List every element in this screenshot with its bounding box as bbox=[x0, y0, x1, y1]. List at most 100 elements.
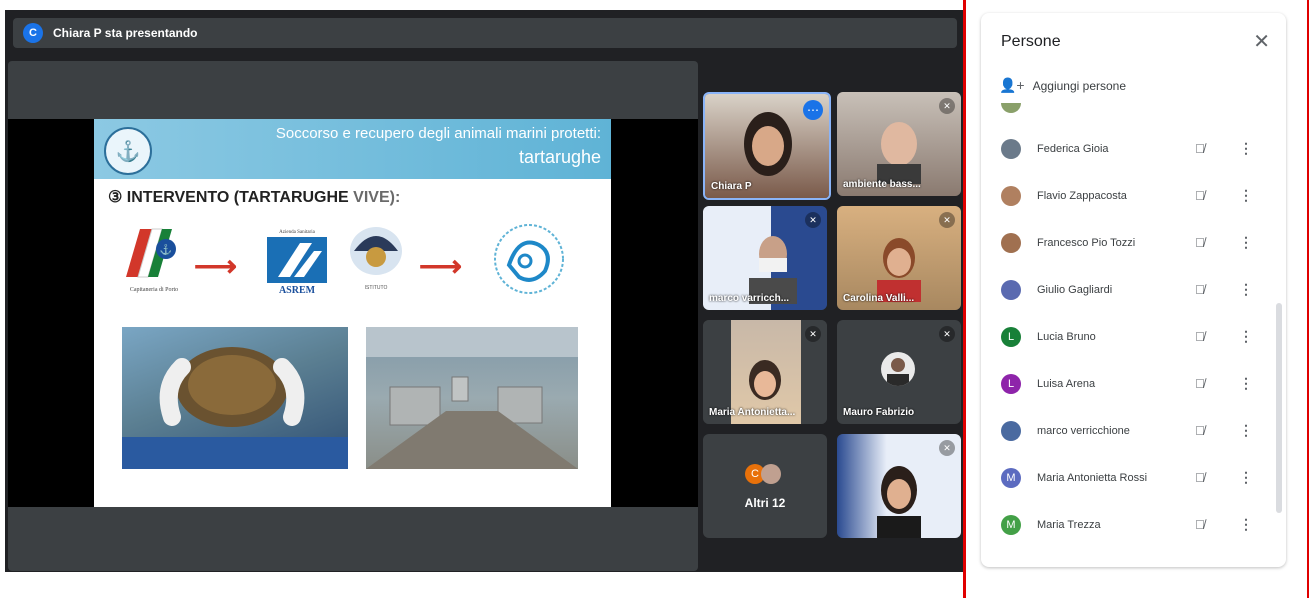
more-options-icon[interactable]: ⋮ bbox=[1239, 187, 1253, 204]
more-options-icon[interactable]: ⋯ bbox=[803, 100, 823, 120]
person-name: Maria Antonietta Rossi bbox=[1037, 471, 1148, 484]
institute-logo: ISTITUTO bbox=[344, 221, 408, 299]
more-options-icon[interactable]: ⋮ bbox=[1239, 281, 1253, 298]
svg-text:Capitaneria di Porto: Capitaneria di Porto bbox=[130, 287, 178, 293]
slide-subtitle: ③ INTERVENTO (TARTARUGHE VIVE): bbox=[108, 187, 400, 207]
close-icon[interactable]: ✕ bbox=[1253, 29, 1270, 54]
red-border-line bbox=[1307, 0, 1309, 598]
participant-name: marco varricch... bbox=[709, 293, 790, 304]
mic-off-icon: 🎙̸ bbox=[1195, 282, 1205, 297]
more-options-icon[interactable]: ⋮ bbox=[1239, 469, 1253, 486]
mic-off-icon: 🎙̸ bbox=[1195, 470, 1205, 485]
panel-title: Persone bbox=[1001, 33, 1061, 50]
mic-off-icon: ✕ bbox=[939, 440, 955, 456]
person-name: marco verricchione bbox=[1037, 424, 1130, 437]
mic-off-icon: ✕ bbox=[939, 326, 955, 342]
subtitle-rest: VIVE): bbox=[353, 189, 401, 206]
list-item[interactable]: marco verricchione 🎙̸ ⋮ bbox=[981, 407, 1276, 454]
avatar bbox=[761, 464, 781, 484]
coast-guard-logo: ⚓ Capitaneria di Porto bbox=[122, 221, 186, 299]
svg-text:ISTITUTO: ISTITUTO bbox=[365, 285, 388, 291]
participant-tile[interactable]: ✕ marco varricch... bbox=[703, 206, 827, 310]
person-name: Lucia Bruno bbox=[1037, 330, 1096, 343]
person-name: Luisa Arena bbox=[1037, 377, 1096, 390]
more-options-icon[interactable]: ⋮ bbox=[1239, 422, 1253, 439]
red-divider-line bbox=[963, 0, 966, 598]
more-options-icon[interactable]: ⋮ bbox=[1239, 375, 1253, 392]
participant-tile[interactable]: ✕ Carolina Valli... bbox=[837, 206, 961, 310]
person-name: Federica Gioia bbox=[1037, 142, 1109, 155]
mic-off-icon: 🎙̸ bbox=[1195, 329, 1205, 344]
others-count: Altri 12 bbox=[744, 496, 786, 510]
subtitle-main: INTERVENTO (TARTARUGHE bbox=[126, 189, 354, 206]
avatar: L bbox=[1001, 326, 1021, 347]
add-person-icon: 👤+ bbox=[999, 77, 1025, 93]
participant-tile[interactable]: ✕ Maria Antonietta... bbox=[703, 320, 827, 424]
more-options-icon[interactable]: ⋮ bbox=[1239, 516, 1253, 533]
organization-logo-icon: ⚓ bbox=[104, 127, 152, 175]
avatar: L bbox=[1001, 373, 1021, 394]
person-name: Giulio Gagliardi bbox=[1037, 283, 1113, 296]
others-tile[interactable]: C Altri 12 bbox=[703, 434, 827, 538]
list-item[interactable]: L Lucia Bruno 🎙̸ ⋮ bbox=[981, 313, 1276, 360]
list-item[interactable]: M Maria Trezza 🎙̸ ⋮ bbox=[981, 501, 1276, 548]
slide-header: ⚓ Soccorso e recupero degli animali mari… bbox=[94, 119, 611, 179]
mic-off-icon: ✕ bbox=[939, 98, 955, 114]
person-name: Maria Trezza bbox=[1037, 518, 1101, 531]
turtle-center-logo bbox=[489, 221, 569, 299]
mic-off-icon: 🎙̸ bbox=[1195, 188, 1205, 203]
asrem-text: ASREM bbox=[278, 285, 316, 296]
list-item[interactable]: Flavio Zappacosta 🎙̸ ⋮ bbox=[981, 172, 1276, 219]
list-item[interactable]: Federica Gioia 🎙̸ ⋮ bbox=[981, 125, 1276, 172]
people-list: Federica Gioia 🎙̸ ⋮ Flavio Zappacosta 🎙̸ ⋮ Fra… bbox=[981, 125, 1276, 548]
avatar bbox=[1001, 138, 1021, 159]
participant-name: Mauro Fabrizio bbox=[843, 407, 915, 418]
arrow-icon: ⟶ bbox=[419, 250, 463, 283]
avatar: M bbox=[1001, 514, 1021, 535]
svg-text:⚓: ⚓ bbox=[160, 243, 172, 256]
presenter-avatar: C bbox=[23, 23, 43, 43]
participant-tile[interactable]: ✕ ambiente bass... bbox=[837, 92, 961, 196]
person-name: Francesco Pio Tozzi bbox=[1037, 236, 1136, 249]
add-people-button[interactable]: 👤+ Aggiungi persone bbox=[999, 77, 1126, 94]
participant-tile[interactable]: ✕ Mauro Fabrizio bbox=[837, 320, 961, 424]
avatar: M bbox=[1001, 467, 1021, 488]
mic-off-icon: 🎙̸ bbox=[1195, 235, 1205, 250]
presentation-stage: ⚓ Soccorso e recupero degli animali mari… bbox=[8, 61, 698, 571]
mic-off-icon: ✕ bbox=[939, 212, 955, 228]
participant-tile[interactable]: ⋯ Chiara P bbox=[703, 92, 831, 200]
people-panel: Persone ✕ 👤+ Aggiungi persone Federica G… bbox=[981, 13, 1286, 567]
list-item[interactable]: M Maria Antonietta Rossi 🎙̸ ⋮ bbox=[981, 454, 1276, 501]
list-item[interactable]: L Luisa Arena 🎙̸ ⋮ bbox=[981, 360, 1276, 407]
mic-off-icon: ✕ bbox=[805, 326, 821, 342]
scrollbar[interactable] bbox=[1276, 303, 1282, 513]
avatar bbox=[881, 352, 915, 386]
slide-area: ⚓ Soccorso e recupero degli animali mari… bbox=[8, 119, 698, 507]
participant-name: Chiara P bbox=[711, 181, 752, 192]
presenter-bar: C Chiara P sta presentando bbox=[13, 18, 957, 48]
logos-row: ⚓ Capitaneria di Porto ⟶ Azienda Sanitar… bbox=[114, 221, 594, 301]
participant-name: ambiente bass... bbox=[843, 179, 921, 190]
person-name: Flavio Zappacosta bbox=[1037, 189, 1127, 202]
slide: ⚓ Soccorso e recupero degli animali mari… bbox=[94, 119, 611, 507]
more-options-icon[interactable]: ⋮ bbox=[1239, 140, 1253, 157]
avatar bbox=[1001, 420, 1021, 441]
add-people-label: Aggiungi persone bbox=[1032, 78, 1127, 93]
avatar bbox=[1001, 232, 1021, 253]
facility-photo bbox=[366, 327, 578, 469]
list-item[interactable]: Francesco Pio Tozzi 🎙̸ ⋮ bbox=[981, 219, 1276, 266]
avatar bbox=[1001, 103, 1021, 113]
mic-off-icon: ✕ bbox=[805, 212, 821, 228]
slide-title-line1: Soccorso e recupero degli animali marini… bbox=[275, 125, 601, 142]
more-options-icon[interactable]: ⋮ bbox=[1239, 234, 1253, 251]
arrow-icon: ⟶ bbox=[194, 250, 238, 283]
participant-tile[interactable]: ✕ bbox=[837, 434, 961, 538]
participant-name: Carolina Valli... bbox=[843, 293, 915, 304]
subtitle-number: ③ bbox=[108, 189, 127, 206]
more-options-icon[interactable]: ⋮ bbox=[1239, 328, 1253, 345]
mic-off-icon: 🎙̸ bbox=[1195, 376, 1205, 391]
list-item[interactable]: Giulio Gagliardi 🎙̸ ⋮ bbox=[981, 266, 1276, 313]
asrem-logo: Azienda Sanitaria ASREM bbox=[264, 221, 330, 299]
avatar bbox=[1001, 185, 1021, 206]
mic-off-icon: 🎙̸ bbox=[1195, 423, 1205, 438]
